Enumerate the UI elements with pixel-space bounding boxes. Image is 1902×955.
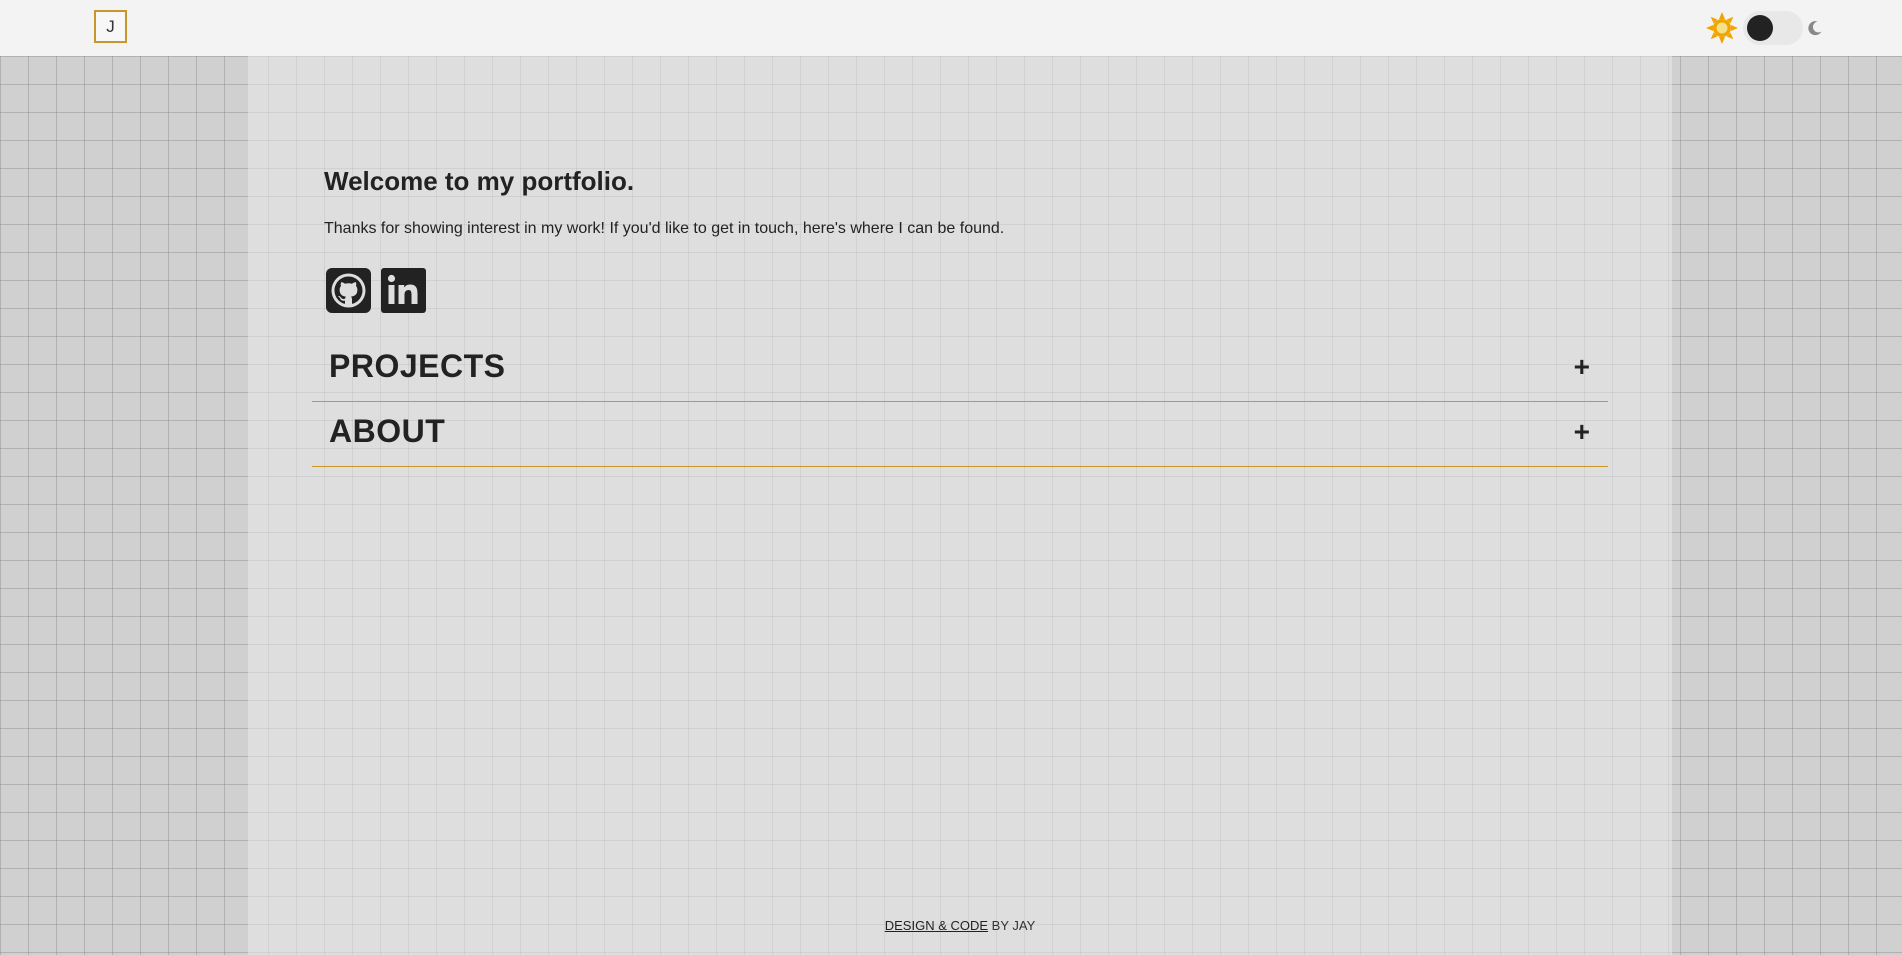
page-title: Welcome to my portfolio. bbox=[324, 166, 635, 196]
accordion-about[interactable]: ABOUT + bbox=[312, 403, 1608, 467]
footer-design-link[interactable]: DESIGN & CODE bbox=[885, 918, 988, 933]
main-panel: Welcome to my portfolio. Thanks for show… bbox=[248, 56, 1672, 955]
footer-suffix: BY JAY bbox=[988, 918, 1036, 933]
theme-switch[interactable] bbox=[1705, 10, 1823, 46]
accordion-projects-title: PROJECTS bbox=[329, 348, 506, 384]
linkedin-icon bbox=[381, 268, 426, 313]
accordion-about-title: ABOUT bbox=[329, 413, 446, 449]
plus-icon[interactable]: + bbox=[1574, 353, 1590, 381]
accordion-projects[interactable]: PROJECTS + bbox=[312, 338, 1608, 402]
intro-text: Thanks for showing interest in my work! … bbox=[324, 220, 1005, 237]
github-link[interactable] bbox=[326, 268, 371, 313]
sun-icon bbox=[1706, 12, 1738, 44]
logo-link[interactable]: J bbox=[94, 10, 127, 43]
theme-toggle-knob bbox=[1747, 15, 1773, 41]
footer: DESIGN & CODE BY JAY bbox=[248, 918, 1672, 933]
theme-toggle[interactable] bbox=[1743, 11, 1803, 45]
social-links bbox=[326, 268, 426, 313]
github-icon bbox=[326, 268, 371, 313]
linkedin-link[interactable] bbox=[381, 268, 426, 313]
logo-text: J bbox=[106, 16, 115, 36]
plus-icon[interactable]: + bbox=[1574, 418, 1590, 446]
navbar: J bbox=[0, 0, 1902, 56]
moon-icon bbox=[1808, 21, 1822, 36]
